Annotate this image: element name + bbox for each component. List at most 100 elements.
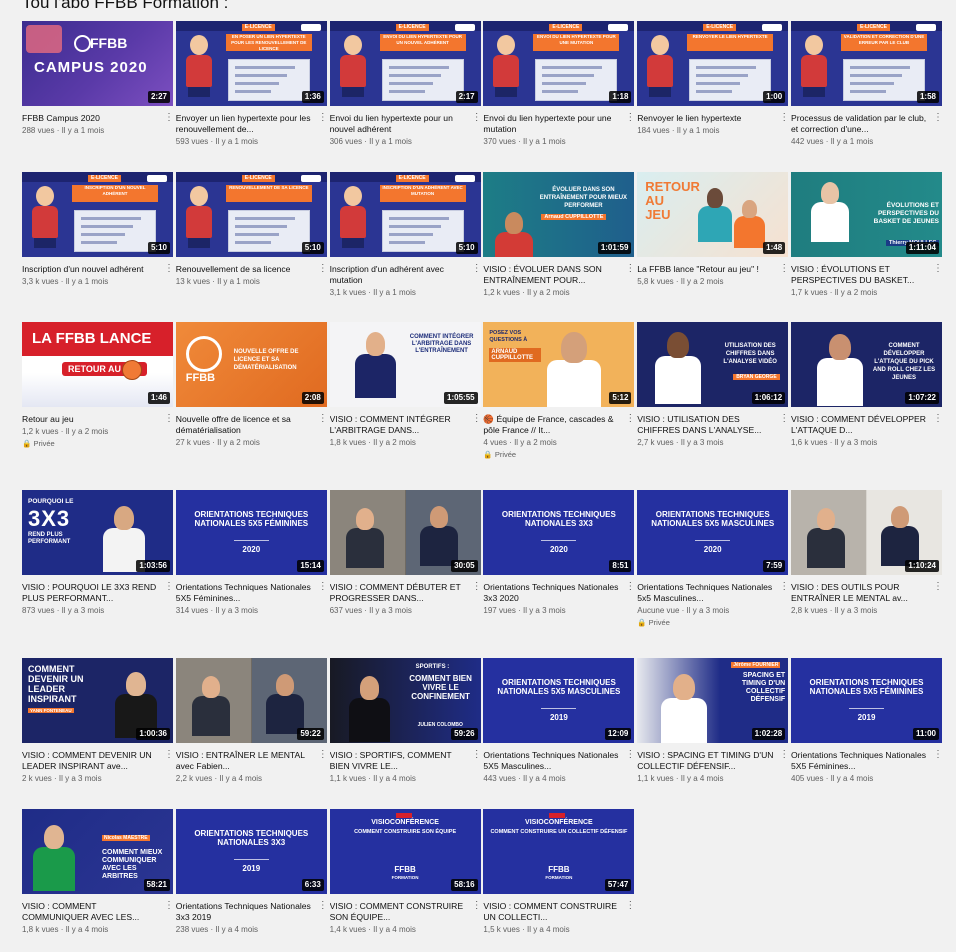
video-thumbnail[interactable]: COMMENT INTÉGRER L'ARBITRAGE DANS L'ENTR… [329,322,481,407]
more-options-icon[interactable]: ⋮ [933,113,943,123]
video-title[interactable]: Processus de validation par le club, et … [791,113,931,135]
video-thumbnail[interactable]: ORIENTATIONS TECHNIQUES NATIONALES 5X5 F… [791,658,942,743]
more-options-icon[interactable]: ⋮ [933,582,943,592]
video-thumbnail[interactable]: ÉVOLUER DANS SON ENTRAÎNEMENT POUR MIEUX… [483,172,635,257]
video-title[interactable]: Retour au jeu [22,414,162,425]
more-options-icon[interactable]: ⋮ [164,414,174,424]
video-title[interactable]: VISIO : SPACING ET TIMING D'UN COLLECTIF… [637,750,777,772]
more-options-icon[interactable]: ⋮ [164,113,174,123]
more-options-icon[interactable]: ⋮ [472,113,482,123]
video-thumbnail[interactable]: FFBB CAMPUS 2020 2:27 [22,21,173,106]
more-options-icon[interactable]: ⋮ [779,264,789,274]
video-title[interactable]: Renvoyer le lien hypertexte [637,113,777,124]
video-title[interactable]: Inscription d'un adhérent avec mutation [330,264,470,286]
more-options-icon[interactable]: ⋮ [779,113,789,123]
video-thumbnail[interactable]: ORIENTATIONS TECHNIQUES NATIONALES 3X3 20… [175,809,327,894]
more-options-icon[interactable]: ⋮ [318,750,328,760]
video-title[interactable]: VISIO : DES OUTILS POUR ENTRAÎNER LE MEN… [791,582,931,604]
video-title[interactable]: VISIO : COMMENT COMMUNIQUER AVEC LES... [22,901,162,923]
video-thumbnail[interactable]: 30:05 [329,490,481,575]
more-options-icon[interactable]: ⋮ [164,264,174,274]
video-title[interactable]: Orientations Techniques Nationales 3x3 2… [176,901,316,923]
more-options-icon[interactable]: ⋮ [933,750,943,760]
video-thumbnail[interactable]: E-LICENCE ENVOI DU LIEN HYPERTEXTE POUR U… [329,21,481,106]
more-options-icon[interactable]: ⋮ [318,414,328,424]
video-title[interactable]: La FFBB lance "Retour au jeu" ! [637,264,777,275]
video-thumbnail[interactable]: ÉVOLUTIONS ET PERSPECTIVES DU BASKET DE … [791,172,942,257]
more-options-icon[interactable]: ⋮ [164,750,174,760]
video-title[interactable]: 🏀 Équipe de France, cascades & pôle Fran… [483,414,623,436]
video-thumbnail[interactable]: ORIENTATIONS TECHNIQUES NATIONALES 5X5 M… [637,490,789,575]
video-thumbnail[interactable]: UTILISATION DES CHIFFRES DANS L'ANALYSE … [637,322,789,407]
more-options-icon[interactable]: ⋮ [625,582,635,592]
video-thumbnail[interactable]: ORIENTATIONS TECHNIQUES NATIONALES 5X5 M… [483,658,635,743]
video-thumbnail[interactable]: VISIOCONFÉRENCE COMMENT CONSTRUIRE UN COL… [483,809,635,894]
more-options-icon[interactable]: ⋮ [318,901,328,911]
more-options-icon[interactable]: ⋮ [625,264,635,274]
video-thumbnail[interactable]: E-LICENCE VALIDATION ET CORRECTION D'UNE … [791,21,942,106]
video-thumbnail[interactable]: Nicolas MAESTRE COMMENT MIEUX COMMUNIQUER… [22,809,173,894]
more-options-icon[interactable]: ⋮ [472,582,482,592]
video-thumbnail[interactable]: POSEZ VOS QUESTIONS À ARNAUD CUPPILLOTTE 5… [483,322,635,407]
video-thumbnail[interactable]: 59:22 [175,658,327,743]
more-options-icon[interactable]: ⋮ [779,414,789,424]
video-title[interactable]: Envoi du lien hypertexte pour une mutati… [483,113,623,135]
video-title[interactable]: VISIO : COMMENT DÉVELOPPER L'ATTAQUE D..… [791,414,931,436]
video-thumbnail[interactable]: E-LICENCE INSCRIPTION D'UN ADHÉRENT AVEC … [329,172,481,257]
more-options-icon[interactable]: ⋮ [933,414,943,424]
more-options-icon[interactable]: ⋮ [318,264,328,274]
more-options-icon[interactable]: ⋮ [472,414,482,424]
more-options-icon[interactable]: ⋮ [625,113,635,123]
video-title[interactable]: Orientations Techniques Nationales 5x5 M… [637,582,777,604]
more-options-icon[interactable]: ⋮ [318,113,328,123]
video-thumbnail[interactable]: Jérôme FOURNIER SPACING ET TIMING D'UN CO… [637,658,789,743]
video-title[interactable]: Envoi du lien hypertexte pour un nouvel … [330,113,470,135]
video-title[interactable]: VISIO : POURQUOI LE 3X3 REND PLUS PERFOR… [22,582,162,604]
more-options-icon[interactable]: ⋮ [779,750,789,760]
video-thumbnail[interactable]: RETOUR AU JEU 1:48 [637,172,789,257]
video-thumbnail[interactable]: ORIENTATIONS TECHNIQUES NATIONALES 5X5 F… [175,490,327,575]
more-options-icon[interactable]: ⋮ [318,582,328,592]
video-thumbnail[interactable]: COMMENT DEVENIR UN LEADER INSPIRANT YANN … [22,658,173,743]
video-title[interactable]: VISIO : COMMENT CONSTRUIRE UN COLLECTI..… [483,901,623,923]
more-options-icon[interactable]: ⋮ [933,264,943,274]
video-thumbnail[interactable]: LA FFBB LANCE RETOUR AU JEU 1:46 [22,322,173,407]
more-options-icon[interactable]: ⋮ [625,414,635,424]
video-thumbnail[interactable]: POURQUOI LE 3X3 REND PLUS PERFORMANT 1:03:5… [22,490,173,575]
video-title[interactable]: Inscription d'un nouvel adhérent [22,264,162,275]
video-thumbnail[interactable]: E-LICENCE RENOUVELLEMENT DE SA LICENCE 5:1… [175,172,327,257]
video-thumbnail[interactable]: E-LICENCE ENVOI DU LIEN HYPERTEXTE POUR U… [483,21,635,106]
video-title[interactable]: Orientations Techniques Nationales 5X5 M… [483,750,623,772]
video-title[interactable]: VISIO : ÉVOLUTIONS ET PERSPECTIVES DU BA… [791,264,931,286]
more-options-icon[interactable]: ⋮ [625,901,635,911]
video-thumbnail[interactable]: VISIOCONFÉRENCE COMMENT CONSTRUIRE SON ÉQ… [329,809,481,894]
video-thumbnail[interactable]: E-LICENCE INSCRIPTION D'UN NOUVEL ADHÉREN… [22,172,173,257]
more-options-icon[interactable]: ⋮ [779,582,789,592]
more-options-icon[interactable]: ⋮ [472,901,482,911]
video-title[interactable]: Orientations Techniques Nationales 5X5 F… [176,582,316,604]
video-thumbnail[interactable]: COMMENT DÉVELOPPER L'ATTAQUE DU PICK AND… [791,322,942,407]
video-thumbnail[interactable]: FFBB NOUVELLE OFFRE DE LICENCE ET SA DÉMA… [175,322,327,407]
more-options-icon[interactable]: ⋮ [625,750,635,760]
video-title[interactable]: Orientations Techniques Nationales 3x3 2… [483,582,623,604]
video-title[interactable]: VISIO : ÉVOLUER DANS SON ENTRAÎNEMENT PO… [483,264,623,286]
video-thumbnail[interactable]: E-LICENCE RENVOYER LE LIEN HYPERTEXTE 1:00 [637,21,789,106]
more-options-icon[interactable]: ⋮ [164,901,174,911]
video-thumbnail[interactable]: SPORTIFS : COMMENT BIEN VIVRE LE CONFINEM… [329,658,481,743]
video-title[interactable]: VISIO : COMMENT INTÉGRER L'ARBITRAGE DAN… [330,414,470,436]
video-thumbnail[interactable]: E-LICENCE EN POSER UN LIEN HYPERTEXTE POU… [175,21,327,106]
more-options-icon[interactable]: ⋮ [164,582,174,592]
video-title[interactable]: FFBB Campus 2020 [22,113,162,124]
video-thumbnail[interactable]: ORIENTATIONS TECHNIQUES NATIONALES 3X3 20… [483,490,635,575]
video-title[interactable]: Orientations Techniques Nationales 5X5 F… [791,750,931,772]
video-title[interactable]: Nouvelle offre de licence et sa dématéri… [176,414,316,436]
more-options-icon[interactable]: ⋮ [472,264,482,274]
video-title[interactable]: Envoyer un lien hypertexte pour les reno… [176,113,316,135]
video-title[interactable]: VISIO : COMMENT DÉBUTER ET PROGRESSER DA… [330,582,470,604]
video-title[interactable]: Renouvellement de sa licence [176,264,316,275]
video-title[interactable]: VISIO : COMMENT DEVENIR UN LEADER INSPIR… [22,750,162,772]
video-title[interactable]: VISIO : COMMENT CONSTRUIRE SON ÉQUIPE... [330,901,470,923]
more-options-icon[interactable]: ⋮ [472,750,482,760]
video-thumbnail[interactable]: 1:10:24 [791,490,942,575]
video-title[interactable]: VISIO : ENTRAÎNER LE MENTAL avec Fabien.… [176,750,316,772]
